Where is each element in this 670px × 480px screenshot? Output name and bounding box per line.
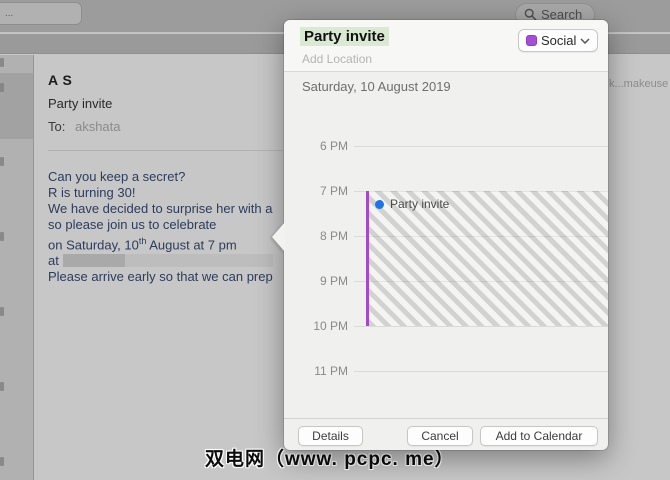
add-location-field[interactable]: Add Location (302, 52, 372, 66)
details-button[interactable]: Details (298, 426, 363, 446)
add-to-calendar-button[interactable]: Add to Calendar (480, 426, 598, 446)
event-block-title: Party invite (390, 197, 450, 211)
day-calendar: 6 PM 7 PM 8 PM 9 PM 10 PM 11 PM Party in… (284, 95, 608, 418)
body-line-location: at (48, 253, 273, 269)
cancel-button[interactable]: Cancel (407, 426, 473, 446)
time-label: 6 PM (319, 139, 348, 153)
body-line: Please arrive early so that we can prep (48, 269, 273, 285)
event-popover: Party invite Add Location Social Saturda… (272, 20, 608, 450)
message-body: Can you keep a secret? R is turning 30! … (48, 169, 273, 285)
redacted-block (124, 254, 273, 268)
clipped-list-text (0, 83, 4, 92)
clipped-list-text (0, 157, 4, 166)
category-label: Social (541, 33, 577, 48)
selected-message-row[interactable] (0, 73, 33, 139)
redacted-block (62, 254, 125, 268)
clipped-list-text (0, 232, 4, 241)
time-label: 10 PM (313, 319, 348, 333)
body-line: Can you keep a secret? (48, 169, 186, 184)
time-label: 8 PM (319, 229, 348, 243)
clipped-list-text (0, 58, 4, 67)
recipient-line: To: akshata (48, 119, 121, 134)
category-color-swatch (526, 35, 537, 46)
body-line: R is turning 30! (48, 185, 136, 200)
body-line: We have decided to surprise her with a (48, 201, 273, 216)
window-tab[interactable]: ... (0, 2, 82, 25)
time-label: 9 PM (319, 274, 348, 288)
message-list-strip[interactable] (0, 55, 34, 480)
recipient-name: akshata (74, 119, 121, 134)
calendar-category-dropdown[interactable]: Social (518, 29, 598, 52)
calendar-event-block[interactable]: Party invite (366, 191, 608, 326)
message-header: A S Party invite To: akshata (48, 72, 121, 134)
body-line-date: on Saturday, 10th August at 7 pm (48, 236, 237, 253)
body-line: so please join us to celebrate (48, 217, 217, 232)
event-title-field[interactable]: Party invite (300, 27, 389, 46)
hour-gridline (354, 326, 608, 327)
time-label: 7 PM (319, 184, 348, 198)
hour-gridline (354, 371, 608, 372)
window-tab-label: ... (5, 8, 14, 19)
clipped-list-text (0, 307, 4, 316)
popover-button-bar: Details Cancel Add to Calendar (284, 418, 608, 450)
popover-header: Party invite Add Location Social (284, 20, 608, 72)
hour-gridline (354, 146, 608, 147)
sender-name: A S (48, 72, 73, 88)
message-subject: Party invite (48, 96, 113, 111)
clipped-list-text (0, 382, 4, 391)
header-divider (48, 150, 283, 151)
event-dot-icon (375, 199, 384, 209)
truncated-link-text: k...makeuse (609, 78, 669, 90)
chevron-down-icon (580, 37, 590, 44)
clipped-list-text (0, 457, 4, 466)
to-label: To: (48, 119, 66, 134)
event-date-header: Saturday, 10 August 2019 (302, 79, 451, 94)
time-label: 11 PM (314, 364, 348, 378)
